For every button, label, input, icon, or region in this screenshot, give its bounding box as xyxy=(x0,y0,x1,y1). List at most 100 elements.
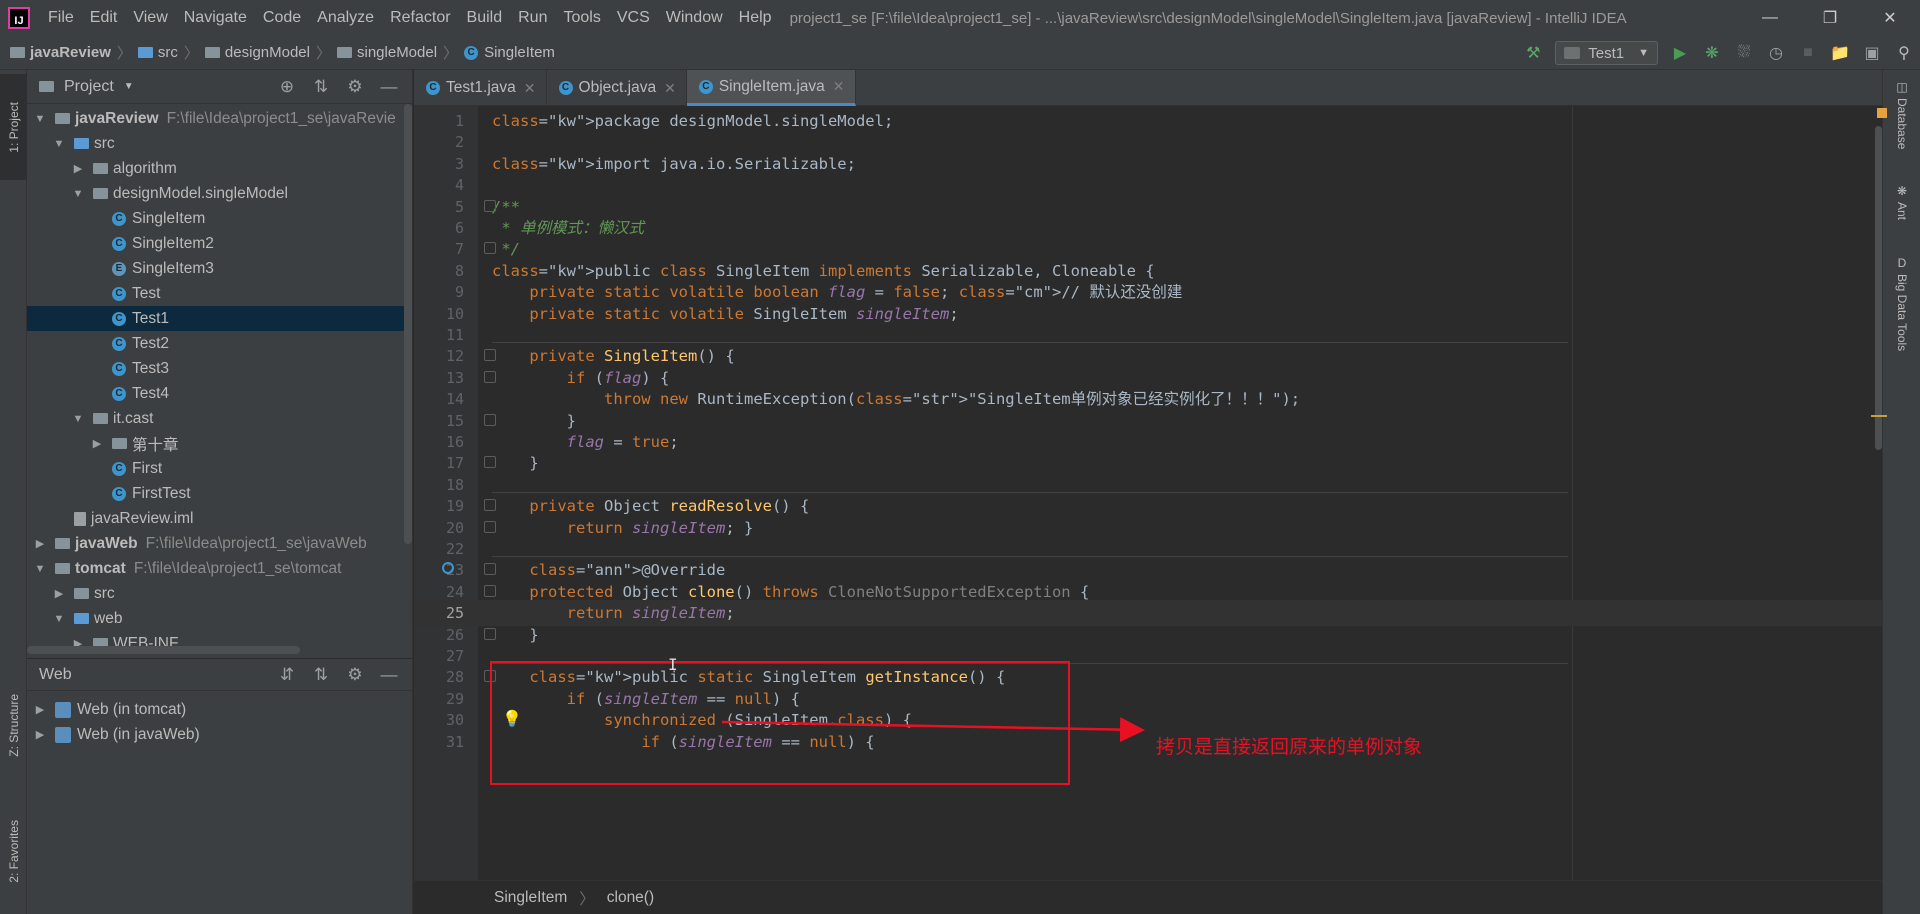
tree-item[interactable]: C Test4 xyxy=(27,381,412,406)
expanded-arrow-icon[interactable]: ▼ xyxy=(33,113,47,125)
close-tab-icon[interactable]: ✕ xyxy=(833,78,845,95)
editor-scrollbar[interactable] xyxy=(1875,126,1882,450)
tree-item[interactable]: ▶ javaWeb F:\file\Idea\project1_se\javaWeb xyxy=(27,531,412,556)
tree-item[interactable]: ▶ src xyxy=(27,581,412,606)
hide-icon[interactable]: — xyxy=(372,77,406,97)
fold-toggle-icon[interactable] xyxy=(484,563,496,576)
tree-item[interactable]: ▼ javaReview F:\file\Idea\project1_se\java… xyxy=(27,106,412,131)
tree-item[interactable]: ▼ designModel.singleModel xyxy=(27,181,412,206)
debug-icon[interactable]: ❋ xyxy=(1696,36,1728,70)
expanded-arrow-icon[interactable]: ▼ xyxy=(71,413,85,425)
menu-view[interactable]: View xyxy=(125,9,175,27)
restore-icon[interactable]: ❐ xyxy=(1800,0,1860,36)
breadcrumb-item[interactable]: 〉 designModel xyxy=(178,42,310,63)
web-facet-item[interactable]: ▶ Web (in javaWeb) xyxy=(27,722,412,747)
tab-favorites[interactable]: 2: Favorites xyxy=(0,795,27,907)
menu-window[interactable]: Window xyxy=(658,9,731,27)
menu-refactor[interactable]: Refactor xyxy=(382,9,458,27)
fold-toggle-icon[interactable] xyxy=(484,627,496,640)
warning-marker[interactable] xyxy=(1877,108,1887,118)
build-hammer-icon[interactable]: ⚒ xyxy=(1517,36,1549,70)
close-tab-icon[interactable]: ✕ xyxy=(664,80,676,97)
tab-structure[interactable]: Z: Structure xyxy=(0,670,27,780)
collapse-all-icon[interactable]: ⇅ xyxy=(304,77,338,97)
chevron-down-icon[interactable]: ▼ xyxy=(124,81,134,92)
project-structure-icon[interactable]: 📁 xyxy=(1824,36,1856,70)
horizontal-scrollbar[interactable] xyxy=(27,646,300,654)
tree-item[interactable]: ▼ tomcat F:\file\Idea\project1_se\tomcat xyxy=(27,556,412,581)
collapsed-arrow-icon[interactable]: ▶ xyxy=(33,728,47,741)
gear-icon[interactable]: ⚙ xyxy=(338,77,372,97)
lightbulb-icon[interactable]: 💡 xyxy=(502,709,522,728)
tree-item[interactable]: ▶ algorithm xyxy=(27,156,412,181)
fold-toggle-icon[interactable] xyxy=(484,242,496,255)
run-icon[interactable]: ▶ xyxy=(1664,36,1696,70)
fold-toggle-icon[interactable] xyxy=(484,349,496,362)
menu-code[interactable]: Code xyxy=(255,9,309,27)
fold-toggle-icon[interactable] xyxy=(484,499,496,512)
tree-item[interactable]: C Test3 xyxy=(27,356,412,381)
editor-breadcrumb-item[interactable]: SingleItem xyxy=(494,889,567,907)
tree-item[interactable]: javaReview.iml xyxy=(27,506,412,531)
tree-item[interactable]: C SingleItem xyxy=(27,206,412,231)
error-stripe-mark[interactable] xyxy=(1871,415,1887,417)
fold-toggle-icon[interactable] xyxy=(484,456,496,469)
collapsed-arrow-icon[interactable]: ▶ xyxy=(71,162,85,175)
tree-item[interactable]: C First xyxy=(27,456,412,481)
menu-analyze[interactable]: Analyze xyxy=(309,9,382,27)
expanded-arrow-icon[interactable]: ▼ xyxy=(52,138,66,150)
tree-item[interactable]: C Test2 xyxy=(27,331,412,356)
fold-toggle-icon[interactable] xyxy=(484,584,496,597)
menu-help[interactable]: Help xyxy=(731,9,780,27)
editor-tab[interactable]: C SingleItem.java ✕ xyxy=(686,70,856,106)
expanded-arrow-icon[interactable]: ▼ xyxy=(33,563,47,575)
hide-icon[interactable]: — xyxy=(372,665,406,685)
minimize-icon[interactable]: — xyxy=(1740,0,1800,36)
project-panel-title[interactable]: Project xyxy=(64,78,114,96)
tab-ant[interactable]: ❋ Ant xyxy=(1883,184,1920,220)
tree-item[interactable]: C SingleItem2 xyxy=(27,231,412,256)
tree-item[interactable]: C Test1 xyxy=(27,306,412,331)
tab-project[interactable]: 1: Project xyxy=(0,74,27,180)
tree-item[interactable]: ▶ 第十章 xyxy=(27,431,412,456)
menu-build[interactable]: Build xyxy=(459,9,511,27)
tab-big-data-tools[interactable]: D Big Data Tools xyxy=(1883,256,1920,351)
collapsed-arrow-icon[interactable]: ▶ xyxy=(33,537,47,550)
expand-all-icon[interactable]: ⇵ xyxy=(270,665,304,685)
intellij-logo-icon[interactable]: IJ xyxy=(8,7,30,29)
editor-tab[interactable]: C Test1.java ✕ xyxy=(414,70,547,106)
collapsed-arrow-icon[interactable]: ▶ xyxy=(33,703,47,716)
locate-icon[interactable]: ⊕ xyxy=(270,77,304,97)
menu-edit[interactable]: Edit xyxy=(82,9,126,27)
tree-item[interactable]: E SingleItem3 xyxy=(27,256,412,281)
editor-breadcrumb-item[interactable]: clone() xyxy=(607,889,654,907)
collapsed-arrow-icon[interactable]: ▶ xyxy=(52,587,66,600)
fold-toggle-icon[interactable] xyxy=(484,520,496,533)
profile-icon[interactable]: ◷ xyxy=(1760,36,1792,70)
gear-icon[interactable]: ⚙ xyxy=(338,665,372,685)
breadcrumb-item[interactable]: 〉 C SingleItem xyxy=(437,42,555,63)
menu-run[interactable]: Run xyxy=(510,9,555,27)
menu-tools[interactable]: Tools xyxy=(555,9,608,27)
menu-vcs[interactable]: VCS xyxy=(609,9,658,27)
tree-item[interactable]: ▼ it.cast xyxy=(27,406,412,431)
tree-item[interactable]: ▼ src xyxy=(27,131,412,156)
fold-toggle-icon[interactable] xyxy=(484,199,496,212)
tree-item[interactable]: C Test xyxy=(27,281,412,306)
search-icon[interactable]: ⚲ xyxy=(1888,36,1920,70)
tab-database[interactable]: ◫ Database xyxy=(1883,80,1920,149)
collapse-all-icon[interactable]: ⇅ xyxy=(304,665,338,685)
line-number[interactable]: 31 xyxy=(414,729,464,755)
web-facet-item[interactable]: ▶ Web (in tomcat) xyxy=(27,697,412,722)
fold-toggle-icon[interactable] xyxy=(484,413,496,426)
tree-item[interactable]: C FirstTest xyxy=(27,481,412,506)
run-config-select[interactable]: Test1 ▼ xyxy=(1555,41,1658,65)
breadcrumb-item[interactable]: 〉 src xyxy=(111,42,178,63)
fold-toggle-icon[interactable] xyxy=(484,370,496,383)
collapsed-arrow-icon[interactable]: ▶ xyxy=(90,437,104,450)
close-tab-icon[interactable]: ✕ xyxy=(524,80,536,97)
menu-file[interactable]: File xyxy=(40,9,82,27)
layout-icon[interactable]: ▣ xyxy=(1856,36,1888,70)
editor-tab[interactable]: C Object.java ✕ xyxy=(547,70,687,106)
coverage-icon[interactable]: ⛆ xyxy=(1728,36,1760,70)
